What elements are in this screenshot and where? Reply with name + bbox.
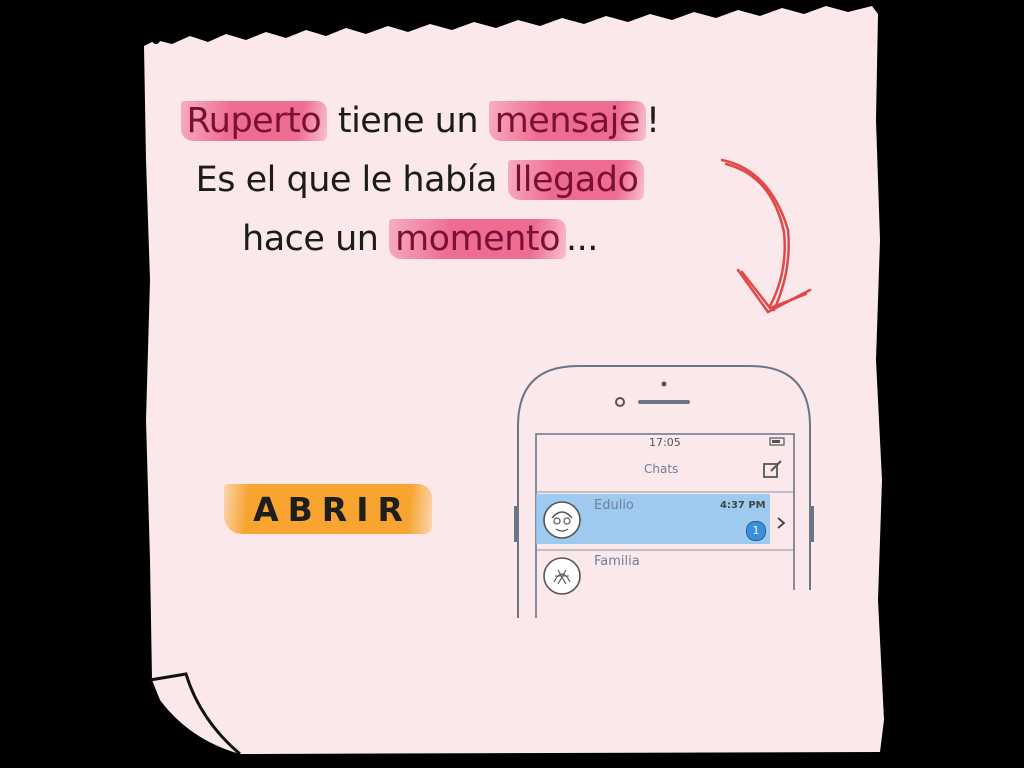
compose-icon[interactable] xyxy=(762,458,784,480)
chat-row-edulio[interactable]: Edulio 4:37 PM 1 xyxy=(536,494,794,544)
phone-illustration: 17:05 Chats Edulio 4:37 PM 1 Familia xyxy=(512,360,816,620)
avatar xyxy=(543,557,581,595)
chevron-right-icon xyxy=(777,517,786,529)
chat-name: Edulio xyxy=(594,498,634,513)
highlight-word: momento xyxy=(389,219,567,259)
avatar xyxy=(543,501,581,539)
open-button[interactable]: ABRIR xyxy=(224,484,432,534)
highlight-word: llegado xyxy=(507,160,645,200)
chat-row-familia[interactable]: Familia xyxy=(536,552,794,602)
highlight-word: mensaje xyxy=(488,101,646,141)
unread-badge: 1 xyxy=(746,521,766,541)
story-text: Ruperto tiene un mensaje! Es el que le h… xyxy=(180,92,660,269)
highlight-word: Ruperto xyxy=(180,101,328,141)
chats-title: Chats xyxy=(644,462,679,476)
chat-name: Familia xyxy=(594,554,640,569)
status-time: 17:05 xyxy=(649,436,681,449)
chat-time: 4:37 PM xyxy=(720,500,766,511)
